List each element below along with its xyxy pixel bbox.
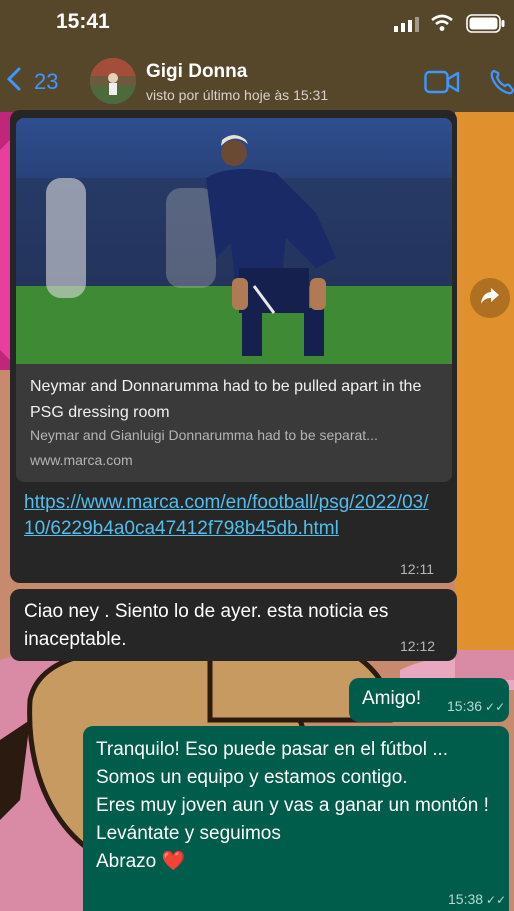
incoming-message[interactable]: Ciao ney . Siento lo de ayer. esta notic… bbox=[10, 589, 457, 661]
chat-header: 23 Gigi Donna visto por último hoje às 1… bbox=[0, 50, 514, 112]
message-time: 12:11 bbox=[400, 561, 434, 577]
phone-call-icon[interactable] bbox=[490, 69, 514, 100]
battery-icon bbox=[466, 14, 506, 39]
signal-icon bbox=[394, 16, 420, 37]
share-arrow-icon bbox=[480, 287, 500, 310]
forward-button[interactable] bbox=[470, 278, 510, 318]
outgoing-message[interactable]: Tranquilo! Eso puede pasar en el fútbol … bbox=[83, 726, 509, 911]
message-text: Ciao ney . Siento lo de ayer. esta notic… bbox=[24, 601, 389, 650]
message-text: Amigo! bbox=[362, 688, 422, 709]
video-call-icon[interactable] bbox=[424, 70, 460, 99]
avatar[interactable] bbox=[90, 58, 136, 104]
message-line: Somos un equipo y estamos contigo. bbox=[96, 767, 408, 788]
heart-emoji: ❤️ bbox=[161, 851, 186, 872]
message-link[interactable]: https://www.marca.com/en/football/psg/20… bbox=[24, 490, 439, 542]
chevron-left-icon bbox=[6, 66, 22, 98]
contact-name[interactable]: Gigi Donna bbox=[146, 61, 247, 83]
status-bar: 15:41 bbox=[0, 0, 514, 50]
link-preview-card[interactable]: Neymar and Donnarumma had to be pulled a… bbox=[16, 118, 452, 482]
message-line: Levántate y seguimos bbox=[96, 823, 281, 844]
back-button[interactable]: 23 bbox=[6, 66, 58, 98]
message-line: Abrazo ❤️ bbox=[96, 851, 186, 872]
outgoing-message[interactable]: Amigo! 15:36 ✓✓ bbox=[349, 678, 509, 722]
message-time: 15:38 ✓✓ bbox=[448, 891, 507, 907]
link-preview-title: Neymar and Donnarumma had to be pulled a… bbox=[30, 378, 422, 421]
link-preview-domain: www.marca.com bbox=[30, 452, 133, 468]
message-line: Eres muy joven aun y vas a ganar un mont… bbox=[96, 795, 489, 816]
read-receipt-icon: ✓✓ bbox=[486, 893, 507, 907]
link-preview-image bbox=[16, 118, 452, 364]
message-time: 12:12 bbox=[400, 638, 436, 654]
message-text: Tranquilo! Eso puede pasar en el fútbol … bbox=[96, 736, 501, 876]
wifi-icon bbox=[430, 14, 454, 37]
message-line: Tranquilo! Eso puede pasar en el fútbol … bbox=[96, 739, 449, 760]
link-preview-description: Neymar and Gianluigi Donnarumma had to b… bbox=[30, 427, 378, 443]
message-time: 15:36 ✓✓ bbox=[447, 698, 506, 714]
unread-count: 23 bbox=[34, 69, 59, 94]
read-receipt-icon: ✓✓ bbox=[485, 700, 506, 714]
status-time: 15:41 bbox=[56, 10, 110, 33]
last-seen-status: visto por último hoje às 15:31 bbox=[146, 87, 329, 103]
